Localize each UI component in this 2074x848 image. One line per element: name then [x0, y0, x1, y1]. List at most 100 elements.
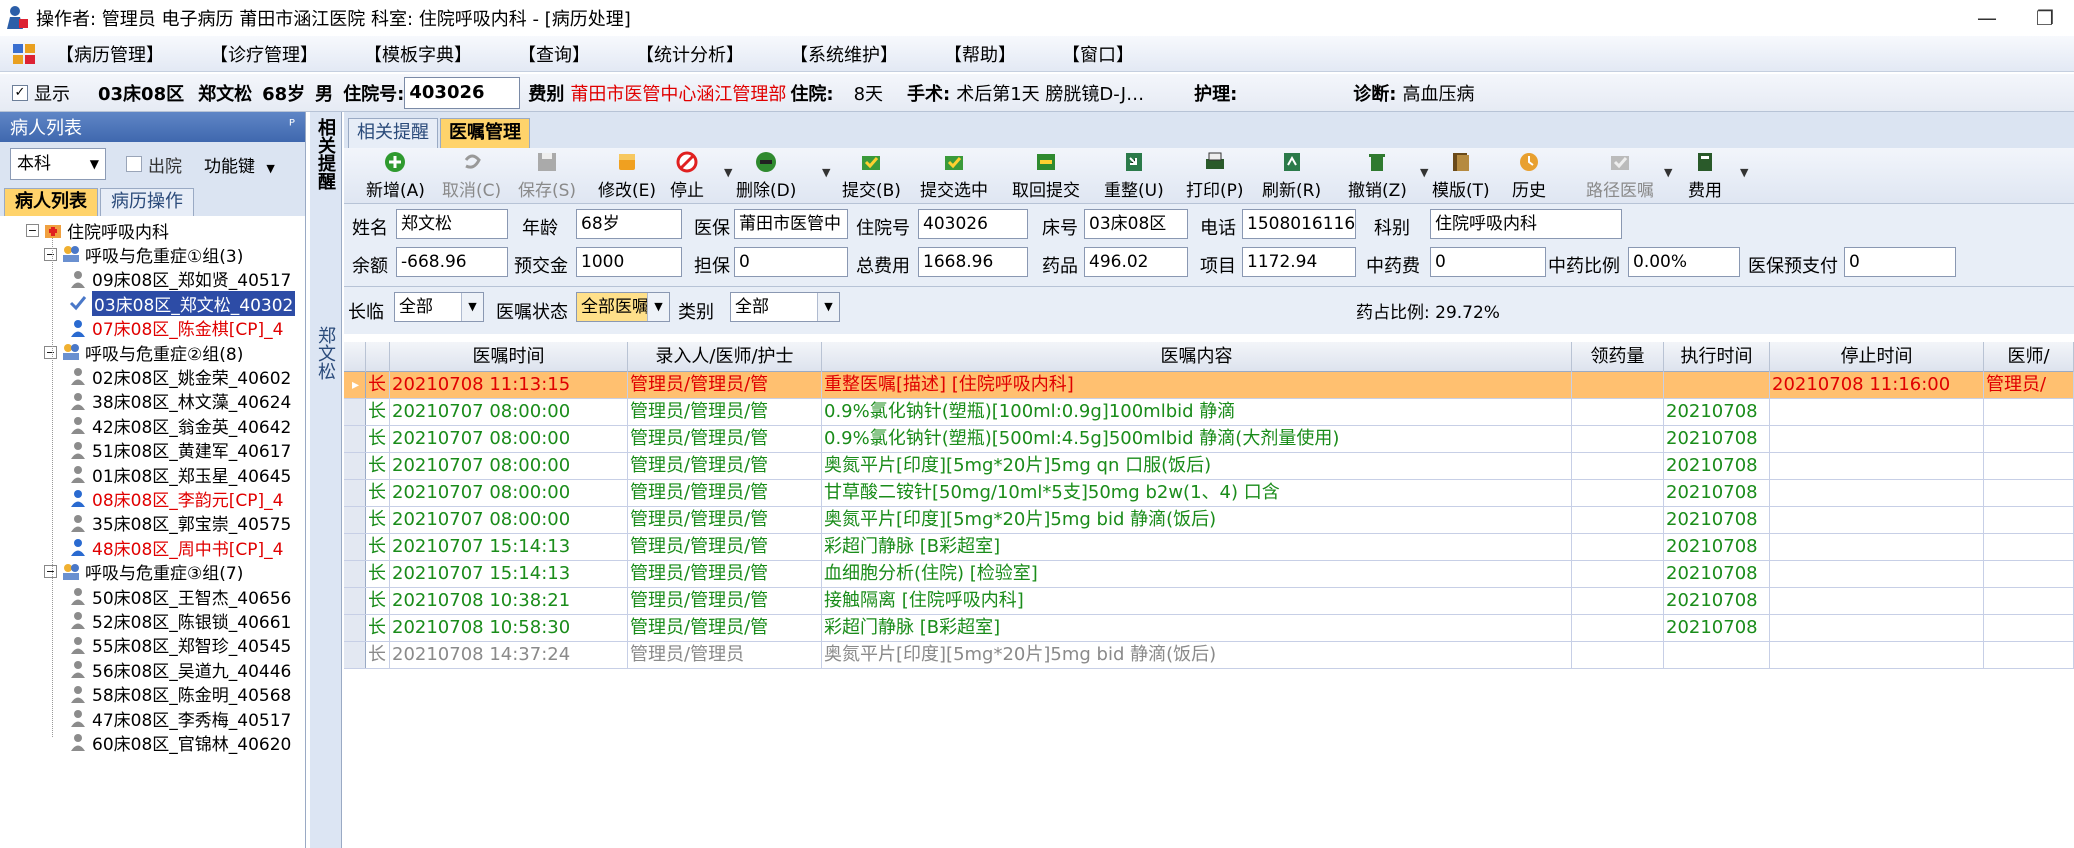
toolbar-button-edit[interactable]: 修改(E)	[598, 150, 656, 202]
header-indicator[interactable]	[344, 342, 366, 372]
pin-icon[interactable]: ᴾ	[289, 116, 295, 135]
chevron-down-icon[interactable]: ▼	[822, 166, 830, 179]
header-dispense-qty[interactable]: 领药量	[1572, 342, 1664, 372]
total-field[interactable]: 1668.96	[918, 247, 1028, 277]
toolbar-button-stop[interactable]: 停止	[670, 150, 704, 202]
status-select[interactable]: 全部医嘱 ▼	[576, 292, 670, 322]
tree-patient[interactable]: 58床08区_陈金明_40568	[68, 682, 291, 706]
admission-field[interactable]: 403026	[918, 209, 1028, 239]
row-indicator[interactable]	[344, 534, 366, 560]
side-tab-patient[interactable]: 郑文松	[315, 326, 336, 380]
phone-field[interactable]: 15080161161	[1242, 209, 1356, 239]
tree-patient[interactable]: 38床08区_林文藻_40624	[68, 389, 291, 413]
admission-no-input[interactable]: 403026	[404, 76, 521, 109]
menu-template-dict[interactable]: 【模板字典】	[364, 41, 472, 67]
header-stop-time[interactable]: 停止时间	[1770, 342, 1984, 372]
table-row[interactable]: 长 20210707 08:00:00 管理员/管理员/管 0.9%氯化钠针(塑瓶)[…	[344, 426, 2074, 453]
tcm-ratio-field[interactable]: 0.00%	[1628, 247, 1740, 277]
collapse-icon[interactable]: −	[26, 223, 39, 237]
row-indicator[interactable]	[344, 453, 366, 479]
row-indicator[interactable]	[344, 588, 366, 614]
tree-patient[interactable]: 47床08区_李秀梅_40517	[68, 706, 291, 731]
toolbar-button-submit-selected[interactable]: 提交选中	[920, 150, 988, 202]
header-entered-by[interactable]: 录入人/医师/护士	[628, 342, 822, 372]
toolbar-button-history[interactable]: 历史	[1512, 150, 1546, 202]
tree-patient[interactable]: 56床08区_吴道九_40446	[68, 657, 291, 682]
toolbar-button-reorganize[interactable]: 重整(U)	[1104, 150, 1164, 202]
table-row[interactable]: 长 20210707 08:00:00 管理员/管理员/管 甘草酸二铵针[50mg/1…	[344, 480, 2074, 507]
table-row[interactable]: 长 20210708 10:58:30 管理员/管理员/管 彩超门静脉 [B彩超室] 2…	[344, 615, 2074, 642]
category-select[interactable]: 全部 ▼	[730, 292, 840, 322]
tab-reminder[interactable]: 相关提醒	[348, 118, 438, 148]
chevron-down-icon[interactable]: ▼	[1664, 166, 1672, 179]
tree-patient[interactable]: 55床08区_郑智珍_40545	[68, 633, 291, 657]
tree-patient[interactable]: 42床08区_翁金英_40642	[68, 413, 291, 438]
toolbar-button-trash[interactable]: 撤销(Z)	[1348, 150, 1407, 202]
table-row[interactable]: 长 20210707 08:00:00 管理员/管理员/管 奥氮平片[印度][5mg*…	[344, 507, 2074, 534]
deposit-field[interactable]: 1000	[576, 247, 682, 277]
chevron-down-icon[interactable]: ▼	[1740, 166, 1748, 179]
age-field[interactable]: 68岁	[576, 209, 682, 239]
bed-field[interactable]: 03床08区	[1084, 209, 1188, 239]
tab-record-ops[interactable]: 病历操作	[100, 188, 194, 216]
dept-field[interactable]: 住院呼吸内科	[1430, 209, 1622, 239]
tree-patient[interactable]: 01床08区_郑玉星_40645	[68, 462, 291, 487]
menu-window[interactable]: 【窗口】	[1062, 41, 1134, 67]
tab-order-manage[interactable]: 医嘱管理	[440, 118, 530, 148]
side-tab-reminder[interactable]: 相关提醒	[315, 118, 336, 190]
table-row[interactable]: 长 20210708 14:37:24 管理员/管理员 奥氮平片[印度][5mg*20…	[344, 642, 2074, 669]
row-indicator[interactable]	[344, 480, 366, 506]
toolbar-button-retrieve[interactable]: 取回提交	[1012, 150, 1080, 202]
collapse-icon[interactable]: −	[44, 345, 57, 359]
menu-system[interactable]: 【系统维护】	[790, 41, 898, 67]
menu-help[interactable]: 【帮助】	[944, 41, 1016, 67]
tree-patient[interactable]: 09床08区_郑如贤_40517	[68, 267, 291, 291]
tree-patient[interactable]: 08床08区_李韵元[CP]_4	[68, 486, 283, 511]
toolbar-button-delete[interactable]: 删除(D)	[736, 150, 796, 202]
row-indicator[interactable]	[344, 426, 366, 452]
table-row[interactable]: ▸ 长 20210708 11:13:15 管理员/管理员/管 重整医嘱[描述] [住院…	[344, 372, 2074, 399]
toolbar-button-pathway[interactable]: 路径医嘱	[1586, 150, 1654, 202]
collapse-icon[interactable]: −	[44, 247, 57, 261]
tree-patient[interactable]: 50床08区_王智杰_40656	[68, 584, 291, 609]
collapse-icon[interactable]: −	[44, 565, 57, 579]
tree-group[interactable]: − 呼吸与危重症③组(7)	[44, 560, 243, 584]
show-checkbox[interactable]: ✓	[12, 84, 28, 101]
insurance-prepay-field[interactable]: 0	[1844, 247, 1956, 277]
toolbar-button-fee[interactable]: 费用	[1688, 150, 1722, 202]
app-menu-icon[interactable]	[12, 43, 36, 65]
tree-patient[interactable]: 51床08区_黄建军_40617	[68, 438, 291, 462]
table-row[interactable]: 长 20210707 08:00:00 管理员/管理员/管 奥氮平片[印度][5mg*…	[344, 453, 2074, 480]
tree-patient[interactable]: 07床08区_陈金棋[CP]_4	[68, 316, 283, 340]
toolbar-button-add[interactable]: 新增(A)	[366, 150, 425, 202]
tree-patient[interactable]: 35床08区_郭宝崇_40575	[68, 511, 291, 535]
chevron-down-icon[interactable]: ▼	[1420, 166, 1428, 179]
tab-patient-list[interactable]: 病人列表	[4, 188, 98, 216]
header-order-time[interactable]: 医嘱时间	[390, 342, 628, 372]
tree-group[interactable]: − 呼吸与危重症②组(8)	[44, 340, 243, 365]
dept-combo[interactable]: 本科 ▼	[10, 148, 106, 180]
row-indicator[interactable]	[344, 399, 366, 425]
toolbar-button-print[interactable]: 打印(P)	[1186, 150, 1244, 202]
balance-field[interactable]: -668.96	[396, 247, 508, 277]
table-row[interactable]: 长 20210707 15:14:13 管理员/管理员/管 血细胞分析(住院) [检验…	[344, 561, 2074, 588]
function-key-button[interactable]: 功能键 ▼	[204, 152, 275, 177]
discharged-checkbox[interactable]	[126, 156, 142, 172]
row-indicator[interactable]: ▸	[344, 372, 366, 398]
table-row[interactable]: 长 20210708 10:38:21 管理员/管理员/管 接触隔离 [住院呼吸内科]…	[344, 588, 2074, 615]
toolbar-button-template[interactable]: 模版(T)	[1432, 150, 1490, 202]
row-indicator[interactable]	[344, 642, 366, 668]
header-order-content[interactable]: 医嘱内容	[822, 342, 1572, 372]
toolbar-button-submit[interactable]: 提交(B)	[842, 150, 901, 202]
row-indicator[interactable]	[344, 561, 366, 587]
toolbar-button-save[interactable]: 保存(S)	[518, 150, 576, 202]
menu-query[interactable]: 【查询】	[518, 41, 590, 67]
menu-diagnosis-manage[interactable]: 【诊疗管理】	[210, 41, 318, 67]
restore-button[interactable]: ❐	[2016, 0, 2074, 36]
header-type[interactable]	[366, 342, 390, 372]
minimize-button[interactable]: —	[1958, 0, 2016, 36]
tree-root[interactable]: − 住院呼吸内科	[26, 218, 169, 243]
tree-patient[interactable]: 02床08区_姚金荣_40602	[68, 364, 291, 389]
tree-patient[interactable]: 03床08区_郑文松_40302	[68, 290, 296, 316]
toolbar-button-undo[interactable]: 取消(C)	[442, 150, 501, 202]
